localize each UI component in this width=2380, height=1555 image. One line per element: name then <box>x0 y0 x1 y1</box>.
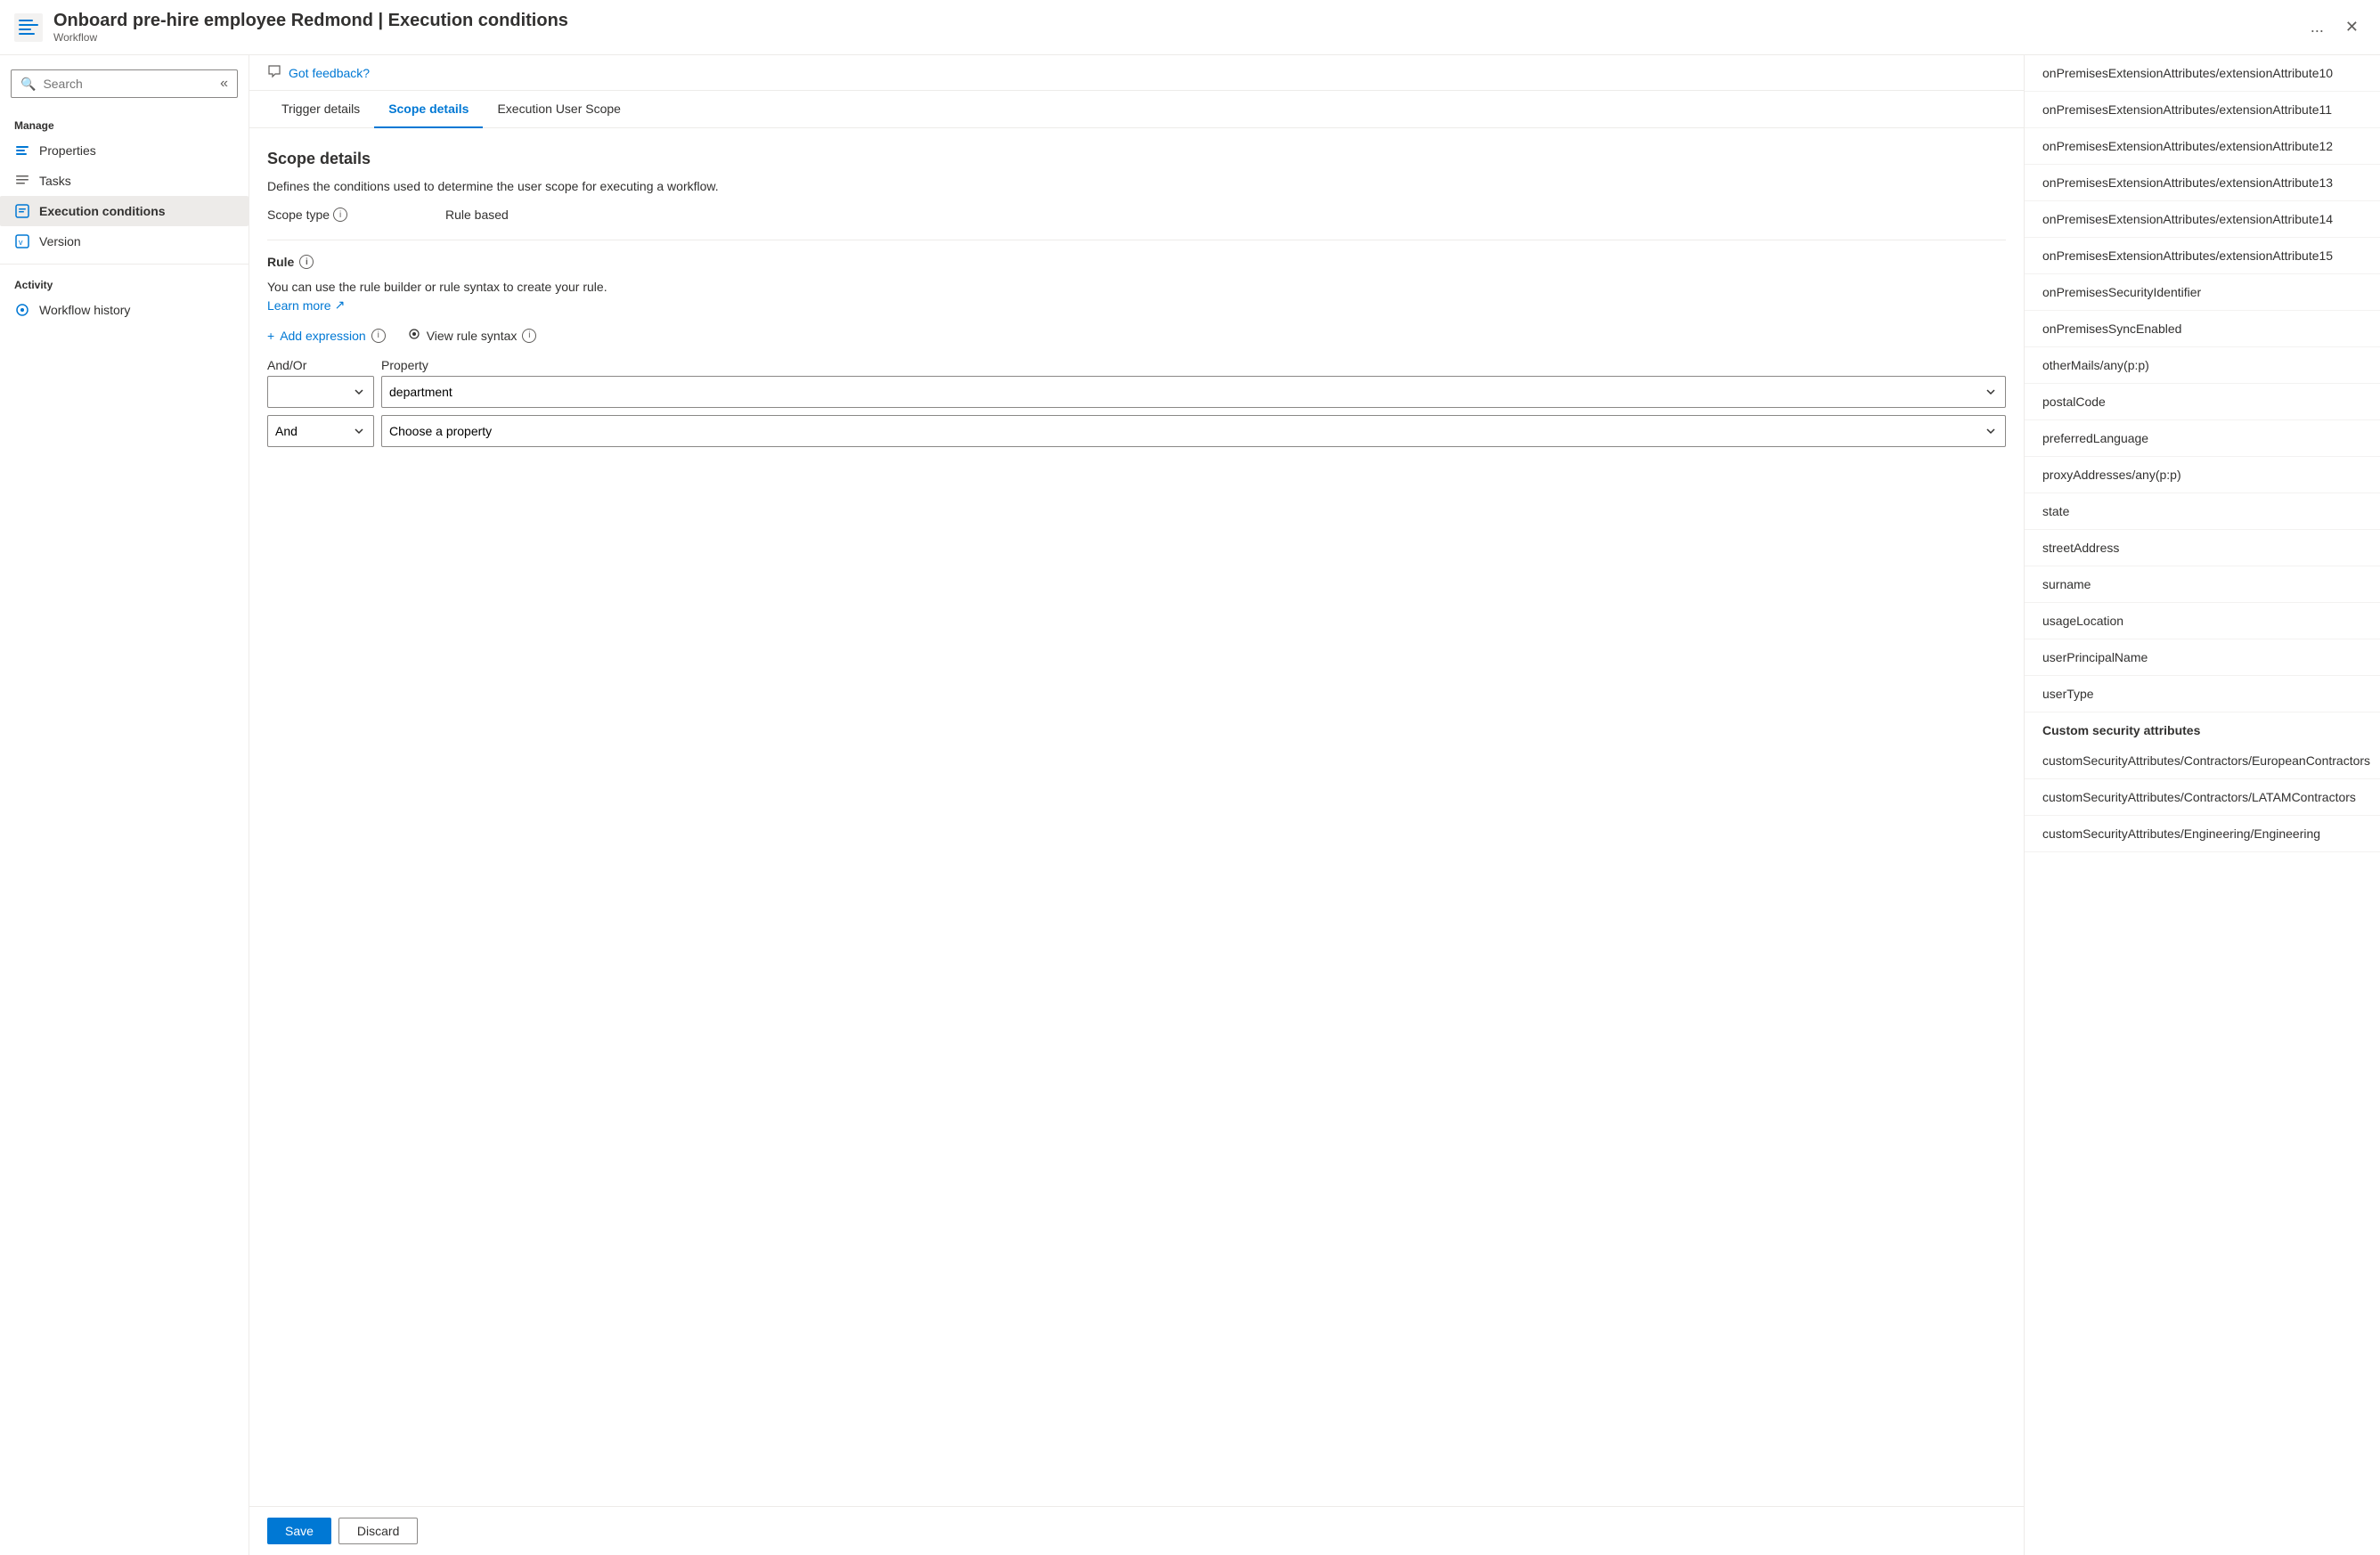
dropdown-item-csa1[interactable]: customSecurityAttributes/Contractors/Eur… <box>2025 743 2380 779</box>
rule-section: Rule i You can use the rule builder or r… <box>267 240 2006 447</box>
sidebar-item-tasks[interactable]: Tasks <box>0 166 249 196</box>
tabs: Trigger details Scope details Execution … <box>249 91 2024 128</box>
learn-more-link[interactable]: Learn more ↗ <box>267 297 345 313</box>
external-link-icon: ↗ <box>335 297 346 313</box>
activity-section-label: Activity <box>0 272 249 295</box>
dropdown-item-synce[interactable]: onPremisesSyncEnabled <box>2025 311 2380 347</box>
properties-icon <box>14 142 30 159</box>
dropdown-item-ext13[interactable]: onPremisesExtensionAttributes/extensionA… <box>2025 165 2380 201</box>
dropdown-item-csa2[interactable]: customSecurityAttributes/Contractors/LAT… <box>2025 779 2380 816</box>
add-expression-info-icon[interactable]: i <box>371 329 386 343</box>
discard-button[interactable]: Discard <box>338 1518 418 1544</box>
scope-details-description: Defines the conditions used to determine… <box>267 179 2006 193</box>
search-input[interactable] <box>43 77 213 91</box>
sidebar-item-execution-conditions-label: Execution conditions <box>39 204 166 218</box>
feedback-label[interactable]: Got feedback? <box>289 66 370 80</box>
rule-info-icon[interactable]: i <box>299 255 314 269</box>
sidebar: 🔍 « Manage Properties Tasks Execution co… <box>0 55 249 1555</box>
main-layout: 🔍 « Manage Properties Tasks Execution co… <box>0 55 2380 1555</box>
search-icon: 🔍 <box>20 77 36 92</box>
dropdown-item-preflang[interactable]: preferredLanguage <box>2025 420 2380 457</box>
sidebar-item-version[interactable]: v Version <box>0 226 249 256</box>
dropdown-item-ext14[interactable]: onPremisesExtensionAttributes/extensionA… <box>2025 201 2380 238</box>
header-actions: ... ✕ <box>2303 14 2366 40</box>
sidebar-item-execution-conditions[interactable]: Execution conditions <box>0 196 249 226</box>
version-icon: v <box>14 233 30 249</box>
feedback-icon <box>267 64 281 81</box>
dropdown-item-upn[interactable]: userPrincipalName <box>2025 639 2380 676</box>
sidebar-item-properties[interactable]: Properties <box>0 135 249 166</box>
app-header: Onboard pre-hire employee Redmond | Exec… <box>0 0 2380 55</box>
view-icon <box>407 327 421 344</box>
expression-col-headers: And/Or Property <box>267 358 2006 372</box>
tab-scope-details[interactable]: Scope details <box>374 91 483 128</box>
scope-type-info-icon[interactable]: i <box>333 208 347 222</box>
expression-row-1: And Or department <box>267 376 2006 408</box>
page-title: Onboard pre-hire employee Redmond | Exec… <box>53 11 2303 31</box>
execution-conditions-icon <box>14 203 30 219</box>
scope-details-title: Scope details <box>267 150 2006 168</box>
dropdown-item-ext11[interactable]: onPremisesExtensionAttributes/extensionA… <box>2025 92 2380 128</box>
dropdown-item-ext10[interactable]: onPremisesExtensionAttributes/extensionA… <box>2025 55 2380 92</box>
tab-execution-user-scope[interactable]: Execution User Scope <box>483 91 635 128</box>
plus-icon: + <box>267 329 274 343</box>
dropdown-item-ext12[interactable]: onPremisesExtensionAttributes/extensionA… <box>2025 128 2380 165</box>
footer: Save Discard <box>249 1506 2024 1555</box>
dropdown-item-postal[interactable]: postalCode <box>2025 384 2380 420</box>
dropdown-item-csa3[interactable]: customSecurityAttributes/Engineering/Eng… <box>2025 816 2380 852</box>
workflow-icon <box>14 13 43 42</box>
add-expression-button[interactable]: + Add expression i <box>267 329 386 343</box>
property-dropdown-panel: onPremisesExtensionAttributes/extensionA… <box>2024 55 2380 1555</box>
sidebar-item-workflow-history[interactable]: Workflow history <box>0 295 249 325</box>
tab-trigger-details[interactable]: Trigger details <box>267 91 374 128</box>
andor-select-2[interactable]: And Or <box>267 415 374 447</box>
dropdown-item-state[interactable]: state <box>2025 493 2380 530</box>
dropdown-item-secid[interactable]: onPremisesSecurityIdentifier <box>2025 274 2380 311</box>
dropdown-item-utype[interactable]: userType <box>2025 676 2380 712</box>
dropdown-item-proxy[interactable]: proxyAddresses/any(p:p) <box>2025 457 2380 493</box>
property-select-2[interactable]: Choose a property <box>381 415 2006 447</box>
sidebar-item-tasks-label: Tasks <box>39 174 71 188</box>
property-select-1[interactable]: department <box>381 376 2006 408</box>
svg-text:v: v <box>19 238 23 247</box>
rule-title: Rule i <box>267 255 2006 269</box>
view-rule-syntax-button[interactable]: View rule syntax i <box>407 327 537 344</box>
sidebar-divider <box>0 264 249 265</box>
content-area: Got feedback? Trigger details Scope deta… <box>249 55 2024 1555</box>
main-content: Scope details Defines the conditions use… <box>249 128 2024 1506</box>
custom-security-section-header: Custom security attributes <box>2025 712 2380 743</box>
property-col-header: Property <box>381 358 2006 372</box>
feedback-bar: Got feedback? <box>249 55 2024 91</box>
more-options-button[interactable]: ... <box>2303 14 2331 40</box>
scope-type-row: Scope type i Rule based <box>267 208 2006 222</box>
header-subtitle: Workflow <box>53 31 2303 44</box>
dropdown-item-street[interactable]: streetAddress <box>2025 530 2380 566</box>
tasks-icon <box>14 173 30 189</box>
close-button[interactable]: ✕ <box>2338 14 2366 40</box>
dropdown-item-mails[interactable]: otherMails/any(p:p) <box>2025 347 2380 384</box>
dropdown-item-surname[interactable]: surname <box>2025 566 2380 603</box>
workflow-name: Onboard pre-hire employee Redmond <box>53 11 373 30</box>
collapse-button[interactable]: « <box>220 76 228 92</box>
rule-description: You can use the rule builder or rule syn… <box>267 280 2006 294</box>
manage-section-label: Manage <box>0 112 249 135</box>
andor-select-1[interactable]: And Or <box>267 376 374 408</box>
dropdown-item-ext15[interactable]: onPremisesExtensionAttributes/extensionA… <box>2025 238 2380 274</box>
dropdown-item-usage[interactable]: usageLocation <box>2025 603 2380 639</box>
save-button[interactable]: Save <box>267 1518 331 1544</box>
andor-col-header: And/Or <box>267 358 374 372</box>
page-name: Execution conditions <box>388 11 568 30</box>
rule-actions: + Add expression i View rule syntax i <box>267 327 2006 344</box>
expression-rows: And Or department And Or <box>267 376 2006 447</box>
search-box[interactable]: 🔍 « <box>11 69 238 98</box>
history-icon <box>14 302 30 318</box>
scope-type-value: Rule based <box>445 208 509 222</box>
scope-type-label: Scope type i <box>267 208 445 222</box>
expression-row-2: And Or Choose a property <box>267 415 2006 447</box>
sidebar-item-workflow-history-label: Workflow history <box>39 303 130 317</box>
sidebar-item-properties-label: Properties <box>39 143 96 158</box>
view-rule-info-icon[interactable]: i <box>522 329 536 343</box>
header-title-block: Onboard pre-hire employee Redmond | Exec… <box>53 11 2303 44</box>
sidebar-item-version-label: Version <box>39 234 81 248</box>
